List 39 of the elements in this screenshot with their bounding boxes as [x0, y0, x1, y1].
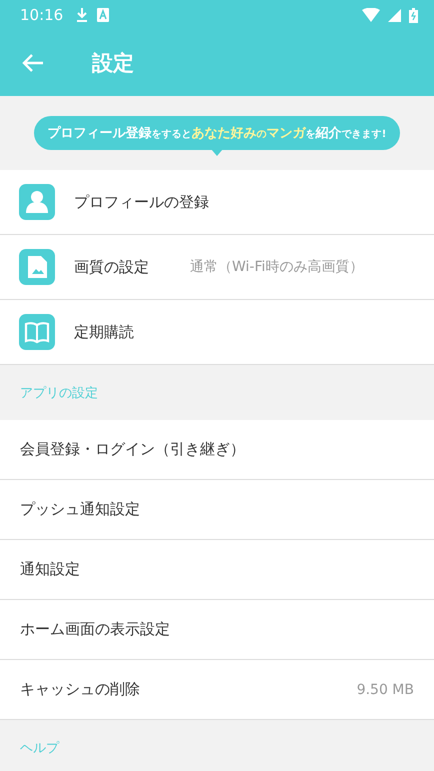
- settings-row[interactable]: 通知設定: [0, 540, 434, 600]
- settings-row[interactable]: 会員登録・ログイン（引き継ぎ）: [0, 420, 434, 480]
- app-notification-icon: [97, 8, 110, 22]
- promo-text: マンガ: [266, 125, 306, 142]
- row-label: プッシュ通知設定: [20, 500, 141, 519]
- row-label: プロフィールの登録: [74, 192, 209, 212]
- settings-row[interactable]: キャッシュの削除 9.50 MB: [0, 660, 434, 720]
- book-icon: [19, 314, 55, 350]
- promo-text: を: [306, 129, 316, 141]
- settings-row[interactable]: 画質の設定 通常（Wi-Fi時のみ高画質）: [0, 235, 434, 300]
- row-value: 通常（Wi-Fi時のみ高画質）: [190, 258, 364, 276]
- status-time: 10:16: [20, 6, 64, 24]
- promo-text: あなた好み: [192, 125, 257, 142]
- row-value: 9.50 MB: [356, 682, 414, 698]
- section-title: アプリの設定: [20, 384, 98, 402]
- download-icon: [75, 7, 90, 23]
- back-arrow-icon: [22, 53, 44, 73]
- row-label: キャッシュの削除: [20, 680, 141, 699]
- row-label: 画質の設定: [74, 258, 150, 276]
- row-label: 定期購読: [74, 322, 135, 342]
- row-label: ホーム画面の表示設定: [20, 620, 171, 639]
- settings-row[interactable]: 定期購読: [0, 300, 434, 365]
- promo-text: をすると: [152, 128, 192, 141]
- section-title: ヘルプ: [20, 740, 59, 756]
- signal-icon: [388, 8, 401, 22]
- image-icon: [19, 249, 55, 285]
- wifi-icon: [362, 8, 380, 22]
- promo-text: の: [256, 128, 267, 141]
- row-label: 会員登録・ログイン（引き継ぎ）: [20, 440, 246, 459]
- promo-text: プロフィール登録: [48, 124, 152, 142]
- battery-icon: [409, 8, 418, 22]
- person-icon: [19, 184, 55, 220]
- promo-text: 紹介: [316, 125, 342, 142]
- screen-title: 設定: [92, 50, 134, 77]
- row-label: 通知設定: [20, 560, 81, 579]
- settings-row[interactable]: プッシュ通知設定: [0, 480, 434, 540]
- settings-row[interactable]: プロフィールの登録: [0, 170, 434, 235]
- settings-row[interactable]: ホーム画面の表示設定: [0, 600, 434, 660]
- promo-text: できます!: [342, 128, 386, 141]
